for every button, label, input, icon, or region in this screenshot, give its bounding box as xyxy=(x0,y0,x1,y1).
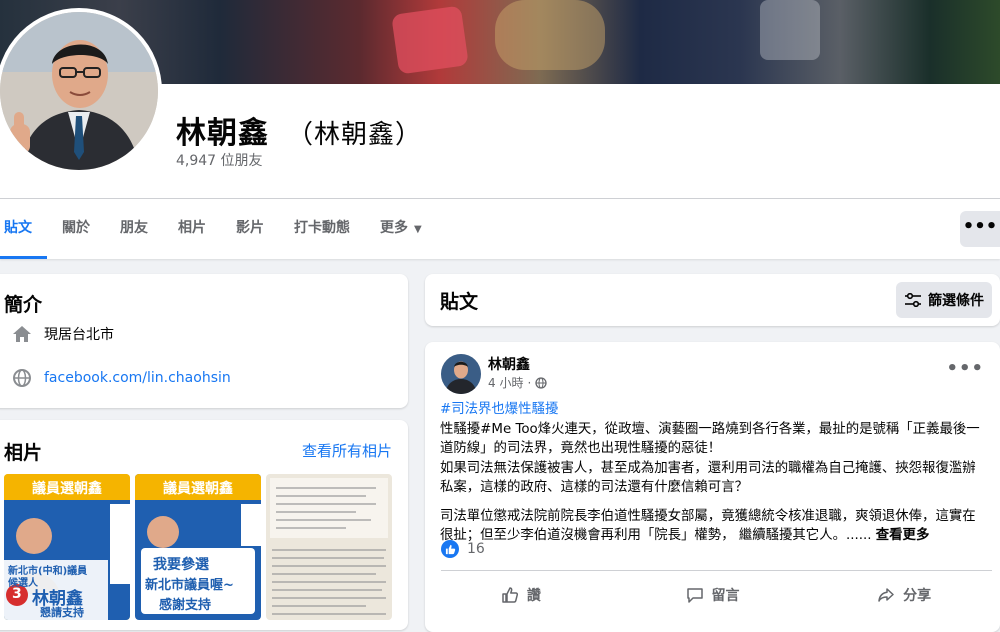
poster-banner: 議員選朝鑫 xyxy=(32,481,102,497)
poster-line2: 新北市議員喔~ xyxy=(145,578,234,593)
post-paragraph: 性騷擾#Me Too烽火連天，從政壇、演藝圈一路燒到各行各業，最扯的是號稱「正義… xyxy=(440,421,980,457)
cover-decoration xyxy=(391,5,469,75)
share-label: 分享 xyxy=(903,588,932,604)
post-options-icon[interactable]: ••• xyxy=(946,358,984,379)
see-all-photos-link[interactable]: 查看所有相片 xyxy=(302,440,392,461)
tab-check-ins[interactable]: 打卡動態 xyxy=(279,199,365,257)
intro-link-text[interactable]: facebook.com/lin.chaohsin xyxy=(44,370,231,386)
filter-label: 篩選條件 xyxy=(928,293,984,309)
intro-website[interactable]: facebook.com/lin.chaohsin xyxy=(12,368,231,388)
globe-icon xyxy=(12,368,32,388)
poster-line1: 我要參選 xyxy=(153,557,209,573)
intro-current-city: 現居台北市 xyxy=(12,324,114,344)
photos-title: 相片 xyxy=(4,442,43,464)
filter-button[interactable]: 篩選條件 xyxy=(896,282,992,318)
home-icon xyxy=(12,324,32,344)
tab-about[interactable]: 關於 xyxy=(47,199,105,257)
profile-name: 林朝鑫 （林朝鑫） xyxy=(176,108,422,152)
photo-thumbnail[interactable]: 議員選朝鑫 我要參選 新北市議員喔~ 感謝支持 xyxy=(135,474,261,620)
see-more-link[interactable]: 查看更多 xyxy=(876,528,930,543)
post-hashtag[interactable]: #司法界也爆性騷擾 xyxy=(440,400,988,420)
post-time-text: 4 小時 xyxy=(488,376,524,390)
poster-slogan: 懇請支持 xyxy=(40,606,84,619)
post-card: 林朝鑫 4 小時 · ••• #司法界也爆性騷擾 性騷擾#Me Too烽火連天，… xyxy=(425,342,1000,632)
friends-count[interactable]: 4,947 位朋友 xyxy=(176,150,263,170)
post-divider xyxy=(441,570,992,571)
caret-down-icon: ▼ xyxy=(414,224,422,235)
poster-line3: 感謝支持 xyxy=(159,598,212,613)
tab-friends[interactable]: 朋友 xyxy=(105,199,163,257)
profile-name-text: 林朝鑫 xyxy=(176,116,269,151)
like-count: 16 xyxy=(467,541,485,557)
comment-icon xyxy=(686,588,703,603)
reaction-summary[interactable]: 16 xyxy=(441,540,485,558)
post-body: #司法界也爆性騷擾 性騷擾#Me Too烽火連天，從政壇、演藝圈一路燒到各行各業… xyxy=(440,400,988,546)
globe-icon xyxy=(535,376,547,389)
intro-title: 簡介 xyxy=(4,294,43,316)
photo-thumbnail[interactable] xyxy=(266,474,392,620)
post-paragraph: 司法單位懲戒法院前院長李伯道性騷擾女部屬，竟獲總統令核准退職，爽領退休俸，這實在… xyxy=(440,507,988,546)
document-photo xyxy=(266,474,392,620)
share-button[interactable]: 分享 xyxy=(808,578,1000,612)
profile-avatar[interactable] xyxy=(0,8,162,174)
comment-button[interactable]: 留言 xyxy=(617,578,809,612)
post-actions: 讚 留言 分享 xyxy=(425,578,1000,612)
filter-sliders-icon xyxy=(904,293,922,307)
profile-tabs: 貼文 關於 朋友 相片 影片 打卡動態 更多 ▼ xyxy=(0,199,437,259)
cover-decoration xyxy=(495,0,605,70)
tab-posts[interactable]: 貼文 xyxy=(0,199,47,259)
share-arrow-icon xyxy=(878,588,894,602)
post-author-name[interactable]: 林朝鑫 xyxy=(488,354,530,374)
photo-thumbnail[interactable]: 議員選朝鑫 新北市(中和)議員 候選人 3 林朝鑫 懇請支持 xyxy=(4,474,130,620)
more-options-button[interactable]: ••• xyxy=(960,211,1000,247)
tab-videos[interactable]: 影片 xyxy=(221,199,279,257)
tab-photos[interactable]: 相片 xyxy=(163,199,221,257)
comment-label: 留言 xyxy=(711,588,740,604)
thumbs-up-icon xyxy=(502,587,518,603)
like-button[interactable]: 讚 xyxy=(425,578,617,612)
post-author-avatar[interactable] xyxy=(441,354,481,394)
tab-more[interactable]: 更多 ▼ xyxy=(365,199,437,257)
post-paragraph: 如果司法無法保護被害人，甚至成為加害者，還利用司法的職權為自己掩護、挾怨報復濫辦… xyxy=(440,460,976,496)
post-avatar-portrait xyxy=(441,354,481,394)
poster-number: 3 xyxy=(12,586,22,602)
intro-city-text: 現居台北市 xyxy=(44,327,114,343)
tab-more-label: 更多 xyxy=(380,220,408,236)
separator-dot: · xyxy=(527,375,532,390)
like-reaction-icon xyxy=(441,540,459,558)
cover-decoration xyxy=(760,0,820,60)
like-label: 讚 xyxy=(526,588,541,604)
photos-card: 相片 查看所有相片 議員選朝鑫 新北市(中和)議員 候選人 3 林朝鑫 懇請支持 xyxy=(0,420,408,630)
post-timestamp[interactable]: 4 小時 · xyxy=(488,374,547,391)
posts-title: 貼文 xyxy=(440,291,479,313)
poster-banner: 議員選朝鑫 xyxy=(163,481,233,497)
profile-alt-name: （林朝鑫） xyxy=(287,120,423,150)
avatar-portrait xyxy=(0,12,158,170)
posts-header-card: 貼文 篩選條件 xyxy=(425,274,1000,326)
